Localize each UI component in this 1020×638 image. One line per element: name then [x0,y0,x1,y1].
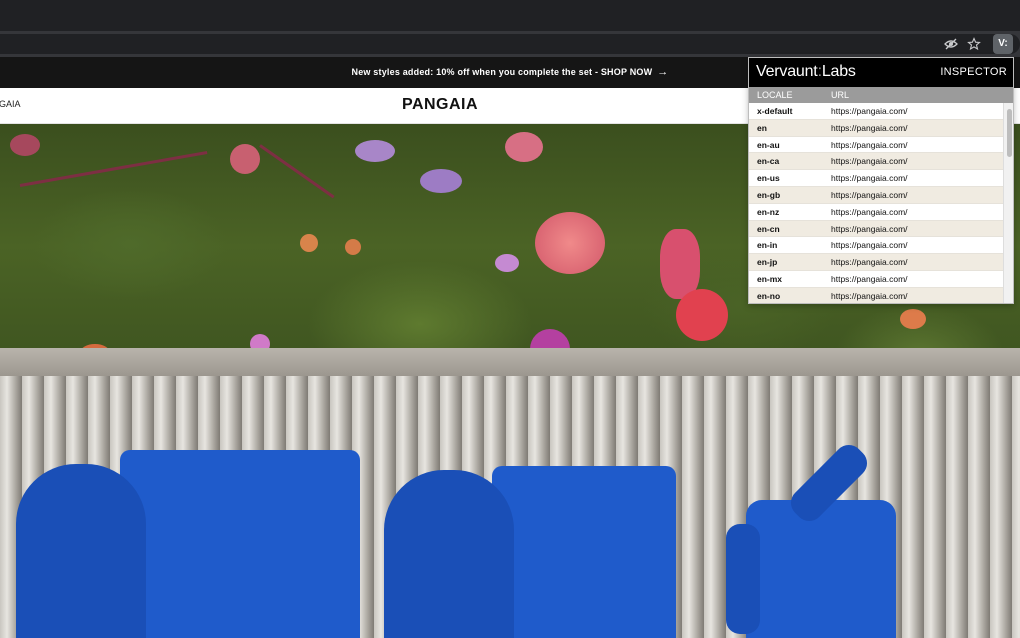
table-row: en-cn https://pangaia.com/ [749,220,1003,238]
table-row: x-default https://pangaia.com/ [749,103,1003,120]
locale-cell: en-jp [757,257,778,268]
locale-cell: en-no [757,290,781,301]
url-cell[interactable]: https://pangaia.com/ [831,153,908,169]
blue-garment [492,466,676,638]
blue-garment [746,500,896,638]
flower [900,309,926,329]
flower [345,239,361,255]
star-icon[interactable] [967,37,981,51]
address-bar[interactable] [0,34,1020,54]
brand-main: Vervaunt [756,63,818,80]
url-cell[interactable]: https://pangaia.com/ [831,204,908,220]
scrollbar-thumb[interactable] [1007,109,1012,157]
locale-cell: en-mx [757,273,783,284]
url-cell[interactable]: https://pangaia.com/ [831,254,908,270]
locale-cell: en-nz [757,206,780,217]
flower [505,132,543,162]
browser-tabstrip [0,0,1020,31]
url-cell[interactable]: https://pangaia.com/ [831,288,908,303]
blue-garment [120,450,360,638]
inspector-header: Vervaunt:Labs INSPECTOR [749,58,1013,87]
table-row: en-jp https://pangaia.com/ [749,254,1003,271]
inspector-panel: Vervaunt:Labs INSPECTOR LOCALE URL x-def… [748,57,1014,304]
table-row: en-gb https://pangaia.com/ [749,186,1003,204]
flower [355,140,395,162]
url-cell[interactable]: https://pangaia.com/ [831,137,908,153]
url-cell[interactable]: https://pangaia.com/ [831,120,908,136]
flower [535,212,605,274]
locale-cell: en [757,122,767,133]
table-row: en-mx https://pangaia.com/ [749,271,1003,288]
table-row: en-ca https://pangaia.com/ [749,153,1003,171]
table-row: en-us https://pangaia.com/ [749,170,1003,187]
url-cell[interactable]: https://pangaia.com/ [831,187,908,203]
inspector-brand: Vervaunt:Labs [756,63,856,81]
locale-cell: en-in [757,240,778,251]
garment-hood [16,464,146,638]
locale-cell: en-ca [757,156,780,167]
column-locale: LOCALE [757,90,793,100]
table-row: en-no https://pangaia.com/ [749,287,1003,303]
locale-cell: en-au [757,139,780,150]
flower [495,254,519,272]
flower [676,289,728,341]
flower [660,229,700,299]
table-row: en-au https://pangaia.com/ [749,137,1003,154]
garment-sleeve [726,524,760,634]
table-row: en-in https://pangaia.com/ [749,237,1003,255]
locale-cell: x-default [757,106,793,116]
url-cell[interactable]: https://pangaia.com/ [831,237,908,253]
flower [230,144,260,174]
table-header: LOCALE URL [749,87,1013,103]
brand-sub: Labs [821,63,856,80]
tab-inspector[interactable]: INSPECTOR [940,66,1007,78]
flower [300,234,318,252]
arrow-right-icon: → [657,66,669,78]
eye-off-icon[interactable] [944,37,958,51]
column-url: URL [831,90,850,100]
extension-icon[interactable]: V: [993,34,1013,54]
url-cell[interactable]: https://pangaia.com/ [831,170,908,186]
locale-cell: en-us [757,173,780,184]
hreflang-table: x-default https://pangaia.com/en https://p… [749,103,1003,303]
browser-toolbar: V: [0,31,1020,57]
url-cell[interactable]: https://pangaia.com/ [831,221,908,237]
locale-cell: en-cn [757,223,780,234]
url-cell[interactable]: https://pangaia.com/ [831,103,908,119]
promo-text[interactable]: New styles added: 10% off when you compl… [352,67,653,77]
table-row: en-nz https://pangaia.com/ [749,204,1003,221]
table-row: en https://pangaia.com/ [749,119,1003,137]
url-cell[interactable]: https://pangaia.com/ [831,271,908,287]
flower [10,134,40,156]
planter-ledge [0,348,1020,376]
scrollbar[interactable] [1003,103,1013,303]
flower [420,169,462,193]
garment-hood [384,470,514,638]
locale-cell: en-gb [757,189,781,200]
